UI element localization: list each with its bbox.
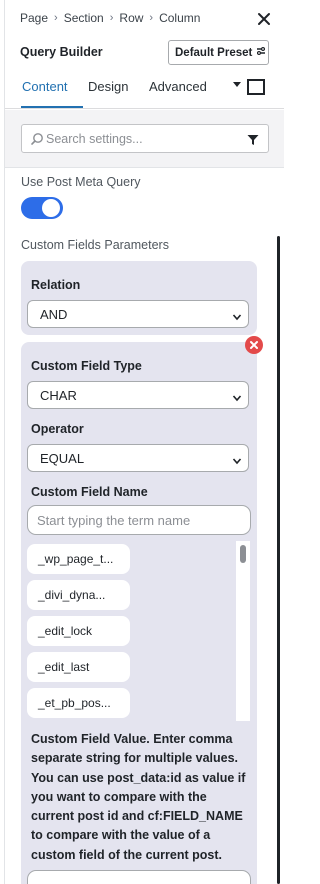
field-value-description: Custom Field Value. Enter comma separate… — [31, 732, 246, 862]
preset-label: Default Preset — [175, 46, 253, 59]
preset-menu-icon — [256, 46, 266, 59]
remove-field-close-icon[interactable] — [245, 336, 263, 354]
suggestion-item[interactable]: _edit_lock — [27, 616, 130, 646]
toggle-knob — [42, 199, 60, 217]
more-tabs-caret-icon[interactable] — [233, 82, 241, 87]
chevron-down-icon — [232, 454, 242, 465]
operator-select[interactable]: EQUAL — [27, 444, 249, 472]
relation-select[interactable]: AND — [27, 300, 249, 328]
tab-bar: Content Design Advanced — [5, 73, 284, 109]
field-type-value: CHAR — [40, 387, 77, 403]
breadcrumb: Page › Section › Row › Column — [20, 11, 200, 25]
meta-query-label: Use Post Meta Query — [21, 175, 141, 189]
filter-icon[interactable] — [247, 133, 259, 145]
breadcrumb-separator-icon: › — [54, 12, 58, 24]
field-name-input[interactable] — [27, 505, 251, 535]
breadcrumb-row[interactable]: Row — [119, 11, 143, 25]
chevron-down-icon — [232, 391, 242, 402]
field-type-label: Custom Field Type — [31, 359, 142, 373]
custom-fields-params-label: Custom Fields Parameters — [21, 238, 169, 252]
breadcrumb-column[interactable]: Column — [159, 11, 200, 25]
field-type-select[interactable]: CHAR — [27, 381, 249, 409]
tab-advanced[interactable]: Advanced — [149, 79, 207, 94]
suggestion-item[interactable]: _edit_last — [27, 652, 130, 682]
active-tab-indicator — [21, 106, 83, 108]
tab-design[interactable]: Design — [88, 79, 128, 94]
chevron-down-icon — [232, 310, 242, 321]
suggestions-scrollbar[interactable] — [236, 541, 250, 721]
suggestion-item[interactable]: _et_pb_pos... — [27, 688, 130, 718]
search-input[interactable] — [46, 130, 236, 148]
search-icon — [30, 132, 44, 146]
close-icon[interactable] — [256, 11, 272, 27]
meta-query-toggle[interactable] — [21, 197, 63, 219]
field-value-input[interactable] — [27, 870, 251, 884]
relation-value: AND — [40, 306, 68, 322]
expand-square-icon[interactable] — [247, 79, 265, 95]
breadcrumb-page[interactable]: Page — [20, 11, 48, 25]
panel-title: Query Builder — [20, 45, 103, 59]
tab-content[interactable]: Content — [22, 79, 68, 94]
search-field — [21, 124, 269, 153]
relation-label: Relation — [31, 278, 81, 292]
breadcrumb-separator-icon: › — [149, 12, 154, 24]
operator-value: EQUAL — [40, 450, 85, 466]
panel-scrollbar[interactable] — [277, 236, 280, 884]
field-name-label: Custom Field Name — [31, 485, 148, 499]
suggestion-item[interactable]: _wp_page_t... — [27, 544, 130, 574]
preset-button[interactable]: Default Preset — [168, 40, 269, 65]
breadcrumb-section[interactable]: Section — [64, 11, 104, 25]
suggestion-item[interactable]: _divi_dyna... — [27, 580, 130, 610]
operator-label: Operator — [31, 422, 84, 436]
breadcrumb-separator-icon: › — [109, 12, 114, 24]
scrollbar-thumb[interactable] — [240, 545, 246, 563]
